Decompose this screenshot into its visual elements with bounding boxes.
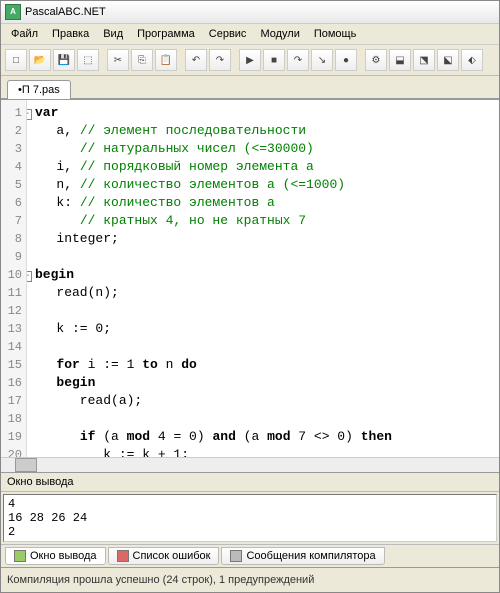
titlebar-text: PascalABC.NET [25,6,106,18]
code-line[interactable] [33,302,493,320]
code-line[interactable]: n, // количество элементов a (<=1000) [33,176,493,194]
menu-помощь[interactable]: Помощь [308,26,363,42]
new-icon[interactable]: □ [5,49,27,71]
line-number: 15 [1,356,26,374]
code-line[interactable]: if (a mod 4 = 0) and (a mod 7 <> 0) then [33,428,493,446]
menu-правка[interactable]: Правка [46,26,95,42]
bottom-tabstrip: Окно вывода Список ошибок Сообщения компил… [1,544,499,567]
code-line[interactable]: read(n); [33,284,493,302]
editor-area: 123456789101112131415161718192021222324 … [1,99,499,457]
bottom-tab-label: Список ошибок [133,550,211,562]
line-number: 4 [1,158,26,176]
bottom-tab-label: Окно вывода [30,550,97,562]
code-line[interactable]: −begin [33,266,493,284]
bottom-tab-сообщения-компилятора[interactable]: Сообщения компилятора [221,547,384,565]
cut-icon[interactable]: ✂ [107,49,129,71]
line-number: 7 [1,212,26,230]
titlebar: A PascalABC.NET [1,1,499,24]
line-gutter: 123456789101112131415161718192021222324 [1,100,27,457]
output-title: Окно вывода [1,473,499,492]
code-line[interactable]: k := 0; [33,320,493,338]
menu-вид[interactable]: Вид [97,26,129,42]
tab-status-icon [14,550,26,562]
menu-файл[interactable]: Файл [5,26,44,42]
output-body[interactable]: 4 16 28 26 24 2 [3,494,497,542]
line-number: 5 [1,176,26,194]
code-line[interactable] [33,338,493,356]
menu-модули[interactable]: Модули [254,26,305,42]
scrollbar-thumb[interactable] [15,458,37,472]
code-line[interactable]: for i := 1 to n do [33,356,493,374]
redo-icon[interactable]: ↷ [209,49,231,71]
line-number: 16 [1,374,26,392]
stepover-icon[interactable]: ↷ [287,49,309,71]
line-number: 3 [1,140,26,158]
code-line[interactable]: // кратных 4, но не кратных 7 [33,212,493,230]
line-number: 13 [1,320,26,338]
line-number: 9 [1,248,26,266]
menubar: ФайлПравкаВидПрограммаСервисМодулиПомощь [1,24,499,45]
code-line[interactable]: a, // элемент последовательности [33,122,493,140]
code-line[interactable]: integer; [33,230,493,248]
props-icon[interactable]: ⚙ [365,49,387,71]
tab-filename: П 7.pas [22,84,60,96]
code-line[interactable] [33,248,493,266]
menu-программа[interactable]: Программа [131,26,201,42]
fold-toggle-icon[interactable]: − [27,271,32,282]
output-panel: Окно вывода 4 16 28 26 24 2 Окно вывода С… [1,472,499,567]
statusbar: Компиляция прошла успешно (24 строк), 1 … [1,567,499,592]
line-number: 20 [1,446,26,457]
breakpoint-icon[interactable]: ● [335,49,357,71]
bottom-tab-окно-вывода[interactable]: Окно вывода [5,547,106,565]
code-line[interactable]: k := k + 1; [33,446,493,457]
horizontal-scrollbar[interactable] [1,457,499,472]
undo-icon[interactable]: ↶ [185,49,207,71]
line-number: 18 [1,410,26,428]
line-number: 12 [1,302,26,320]
stepin-icon[interactable]: ↘ [311,49,333,71]
bottom-tab-label: Сообщения компилятора [246,550,375,562]
status-text: Компиляция прошла успешно (24 строк), 1 … [7,574,314,586]
saveall-icon[interactable]: ⬚ [77,49,99,71]
code-line[interactable]: k: // количество элементов a [33,194,493,212]
code-line[interactable]: begin [33,374,493,392]
c-icon[interactable]: ⬕ [437,49,459,71]
code-area[interactable]: −var a, // элемент последовательности //… [27,100,499,457]
editor-tab[interactable]: •П 7.pas [7,80,71,99]
line-number: 6 [1,194,26,212]
d-icon[interactable]: ⬖ [461,49,483,71]
a-icon[interactable]: ⬓ [389,49,411,71]
paste-icon[interactable]: 📋 [155,49,177,71]
line-number: 17 [1,392,26,410]
line-number: 1 [1,104,26,122]
tab-status-icon [230,550,242,562]
ide-window: A PascalABC.NET ФайлПравкаВидПрограммаСе… [0,0,500,593]
line-number: 19 [1,428,26,446]
line-number: 10 [1,266,26,284]
fold-toggle-icon[interactable]: − [27,109,32,120]
line-number: 2 [1,122,26,140]
code-line[interactable]: read(a); [33,392,493,410]
run-icon[interactable]: ▶ [239,49,261,71]
open-icon[interactable]: 📂 [29,49,51,71]
menu-сервис[interactable]: Сервис [203,26,253,42]
code-line[interactable]: i, // порядковый номер элемента a [33,158,493,176]
b-icon[interactable]: ⬔ [413,49,435,71]
bottom-tab-список-ошибок[interactable]: Список ошибок [108,547,220,565]
app-icon: A [5,4,21,20]
code-line[interactable]: −var [33,104,493,122]
editor-tabstrip: •П 7.pas [1,76,499,99]
toolbar: □📂💾⬚✂⎘📋↶↷▶■↷↘●⚙⬓⬔⬕⬖ [1,45,499,76]
tab-status-icon [117,550,129,562]
stop-icon[interactable]: ■ [263,49,285,71]
line-number: 8 [1,230,26,248]
code-line[interactable] [33,410,493,428]
line-number: 14 [1,338,26,356]
line-number: 11 [1,284,26,302]
code-line[interactable]: // натуральных чисел (<=30000) [33,140,493,158]
copy-icon[interactable]: ⎘ [131,49,153,71]
save-icon[interactable]: 💾 [53,49,75,71]
